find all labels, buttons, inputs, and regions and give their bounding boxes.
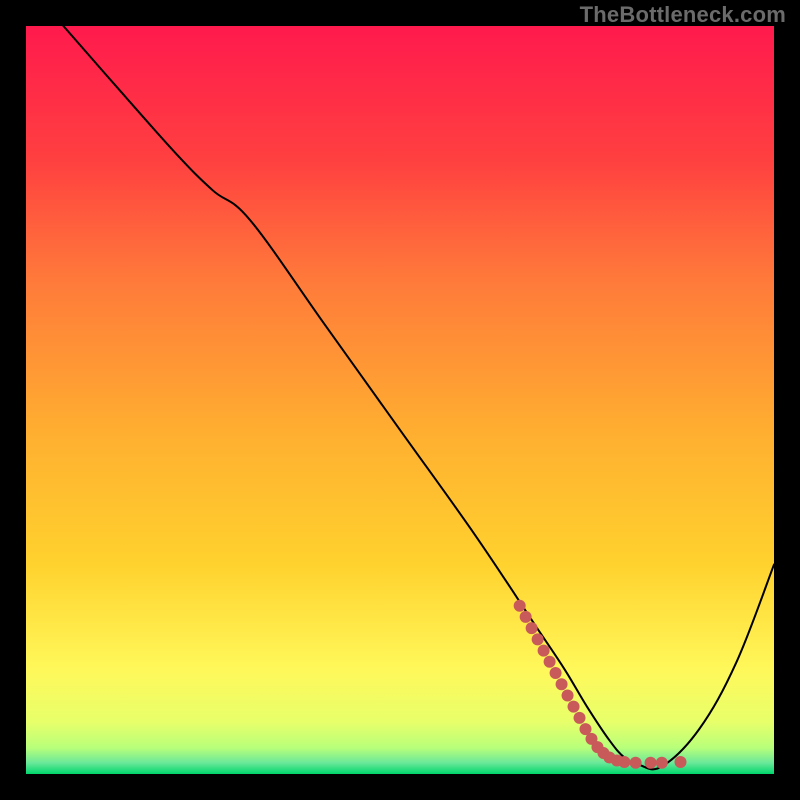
highlight-dot: [574, 712, 586, 724]
highlight-dot: [538, 645, 550, 657]
highlight-dot: [630, 757, 642, 769]
gradient-background: [26, 26, 774, 774]
chart-container: TheBottleneck.com: [0, 0, 800, 800]
watermark-text: TheBottleneck.com: [580, 2, 786, 28]
highlight-dot: [562, 689, 574, 701]
highlight-dot: [645, 757, 657, 769]
highlight-dot: [556, 678, 568, 690]
chart-svg: [26, 26, 774, 774]
highlight-dot: [656, 757, 668, 769]
highlight-dot: [514, 600, 526, 612]
highlight-dot: [526, 622, 538, 634]
highlight-dot: [675, 756, 687, 768]
highlight-dot: [520, 611, 532, 623]
plot-area: [26, 26, 774, 774]
highlight-dot: [618, 756, 630, 768]
highlight-dot: [544, 656, 556, 668]
highlight-dot: [550, 667, 562, 679]
highlight-dot: [568, 701, 580, 713]
highlight-dot: [532, 633, 544, 645]
